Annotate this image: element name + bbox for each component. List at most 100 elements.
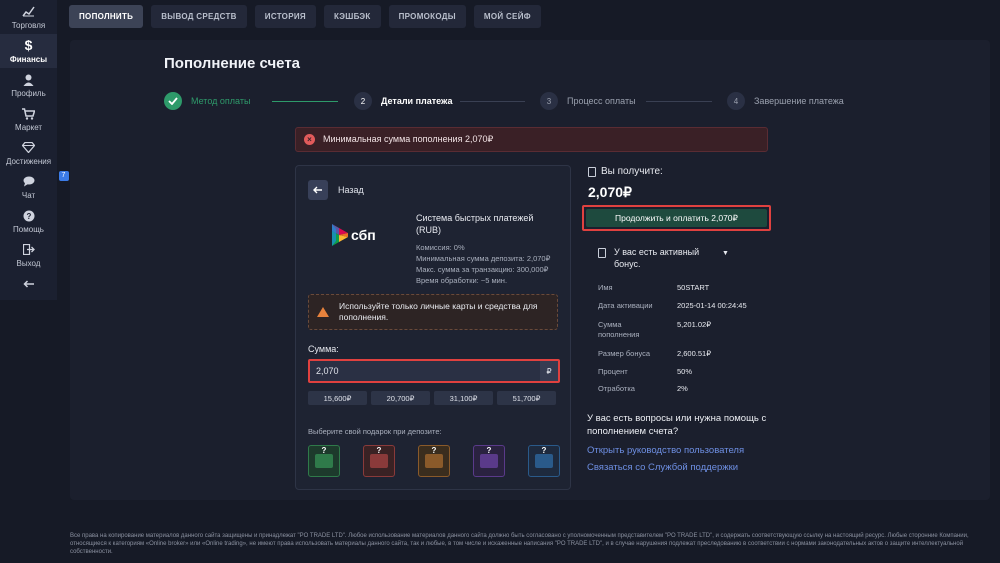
sbp-logo: сбп xyxy=(332,224,376,246)
arrow-left-icon xyxy=(22,277,35,291)
bonus-key: Процент xyxy=(598,367,628,376)
cart-icon xyxy=(22,107,35,121)
tab-cashback[interactable]: КЭШБЭК xyxy=(323,5,381,28)
detail-max-transaction: Макс. сумма за транзакцию: 300,000₽ xyxy=(416,265,549,274)
warning-icon xyxy=(317,307,329,317)
chart-icon xyxy=(22,5,35,19)
sidebar-item-finance[interactable]: $ Финансы xyxy=(0,34,57,68)
gift-option-orange[interactable] xyxy=(418,445,450,477)
step-payment-method: Метод оплаты xyxy=(164,92,250,110)
check-icon xyxy=(164,92,182,110)
support-link[interactable]: Связаться со Службой поддержки xyxy=(587,462,738,473)
sidebar-item-trading[interactable]: Торговля xyxy=(0,0,57,34)
step-divider xyxy=(646,101,712,102)
sidebar-item-achievements[interactable]: Достижения xyxy=(0,136,57,170)
pay-button-highlight: Продолжить и оплатить 2,070₽ xyxy=(582,205,771,231)
diamond-icon xyxy=(22,141,35,155)
bonus-key: Размер бонуса xyxy=(598,349,651,358)
help-question: У вас есть вопросы или нужна помощь с по… xyxy=(587,413,767,437)
gift-option-purple[interactable] xyxy=(473,445,505,477)
sidebar-item-label: Достижения xyxy=(5,156,52,166)
error-icon: × xyxy=(304,134,315,145)
sidebar-item-profile[interactable]: Профиль xyxy=(0,68,57,102)
tab-deposit[interactable]: ПОПОЛНИТЬ xyxy=(69,5,144,28)
sidebar-item-label: Чат xyxy=(21,190,36,200)
receive-label-text: Вы получите: xyxy=(601,166,663,177)
gift-option-blue[interactable] xyxy=(528,445,560,477)
tab-promocodes[interactable]: ПРОМОКОДЫ xyxy=(388,5,466,28)
continue-pay-button[interactable]: Продолжить и оплатить 2,070₽ xyxy=(586,209,767,227)
tab-withdraw[interactable]: ВЫВОД СРЕДСТВ xyxy=(151,5,247,28)
receive-amount: 2,070₽ xyxy=(588,184,632,200)
sidebar-item-label: Торговля xyxy=(11,20,46,30)
chest-icon xyxy=(535,446,553,468)
sbp-logo-icon xyxy=(332,224,348,246)
sidebar-item-label: Выход xyxy=(16,258,41,268)
step-payment-complete: 4 Завершение платежа xyxy=(727,92,844,110)
error-text: Минимальная сумма пополнения 2,070₽ xyxy=(323,134,494,144)
back-button[interactable] xyxy=(308,180,328,200)
sum-input[interactable] xyxy=(310,361,540,381)
tab-my-safe[interactable]: МОЙ СЕЙФ xyxy=(473,5,541,28)
chest-icon xyxy=(425,446,443,468)
step-number: 3 xyxy=(540,92,558,110)
warning-text: Используйте только личные карты и средст… xyxy=(339,301,538,322)
logout-icon xyxy=(22,243,35,257)
finance-tabs: ПОПОЛНИТЬ ВЫВОД СРЕДСТВ ИСТОРИЯ КЭШБЭК П… xyxy=(69,5,541,28)
gift-label: Выберите свой подарок при депозите: xyxy=(308,427,442,436)
step-label: Метод оплаты xyxy=(191,96,251,106)
receipt-icon xyxy=(588,166,596,177)
step-divider xyxy=(272,101,338,102)
back-label[interactable]: Назад xyxy=(338,185,364,195)
receive-label: Вы получите: xyxy=(588,166,663,177)
bonus-value: 5,201.02₽ xyxy=(677,320,711,329)
step-divider xyxy=(460,101,525,102)
min-amount-error: × Минимальная сумма пополнения 2,070₽ xyxy=(295,127,768,152)
sidebar-item-market[interactable]: Маркет xyxy=(0,102,57,136)
active-bonus-toggle[interactable]: У вас есть активный бонус. ▼ xyxy=(598,246,729,270)
page-title: Пополнение счета xyxy=(164,55,301,72)
sidebar-item-chat[interactable]: 7 Чат xyxy=(0,170,69,204)
gift-option-red[interactable] xyxy=(363,445,395,477)
bonus-key: Имя xyxy=(598,283,613,292)
step-label: Детали платежа xyxy=(381,96,453,106)
preset-amount-button[interactable]: 15,600₽ xyxy=(308,391,367,405)
chest-icon xyxy=(370,446,388,468)
sum-field: ₽ xyxy=(308,359,560,383)
personal-cards-warning: Используйте только личные карты и средст… xyxy=(308,294,558,330)
sidebar: Торговля $ Финансы Профиль Маркет Достиж… xyxy=(0,0,69,300)
sidebar-item-label: Профиль xyxy=(11,88,46,98)
bonus-key: Сумма пополнения xyxy=(598,320,640,339)
payment-method-title: Система быстрых платежей (RUB) xyxy=(416,213,534,235)
bonus-value: 2,600.51₽ xyxy=(677,349,711,358)
step-payment-details: 2 Детали платежа xyxy=(354,92,453,110)
bonus-text: У вас есть активный бонус. xyxy=(614,247,700,269)
sidebar-item-logout[interactable]: Выход xyxy=(0,238,57,272)
sidebar-item-help[interactable]: ? Помощь xyxy=(0,204,57,238)
user-guide-link[interactable]: Открыть руководство пользователя xyxy=(587,445,744,456)
preset-amount-button[interactable]: 31,100₽ xyxy=(434,391,493,405)
bonus-key: Отработка xyxy=(598,384,635,393)
sidebar-item-label: Маркет xyxy=(14,122,43,132)
detail-processing-time: Время обработки: ~5 мин. xyxy=(416,276,508,285)
step-label: Процесс оплаты xyxy=(567,96,636,106)
help-icon: ? xyxy=(23,209,35,223)
sbp-logo-text: сбп xyxy=(351,227,376,243)
bonus-value: 50START xyxy=(677,283,710,292)
gift-option-green[interactable] xyxy=(308,445,340,477)
payment-method-details: Комиссия: 0% Минимальная сумма депозита:… xyxy=(416,242,550,286)
bonus-value: 50% xyxy=(677,367,693,376)
preset-amount-button[interactable]: 20,700₽ xyxy=(371,391,430,405)
arrow-left-icon xyxy=(313,186,322,194)
chat-icon: 7 xyxy=(23,170,69,189)
step-number: 4 xyxy=(727,92,745,110)
bonus-value: 2025-01-14 00:24:45 xyxy=(677,301,747,310)
gift-options xyxy=(308,445,560,479)
payment-method-card: Назад сбп Система быстрых платежей (RUB)… xyxy=(295,165,571,490)
preset-amount-button[interactable]: 51,700₽ xyxy=(497,391,556,405)
chevron-down-icon: ▼ xyxy=(722,250,729,257)
footer-copyright: Все права на копирование материалов данн… xyxy=(70,533,969,555)
detail-min-deposit: Минимальная сумма депозита: 2,070₽ xyxy=(416,254,551,263)
sidebar-collapse-button[interactable] xyxy=(0,272,57,296)
tab-history[interactable]: ИСТОРИЯ xyxy=(254,5,316,28)
